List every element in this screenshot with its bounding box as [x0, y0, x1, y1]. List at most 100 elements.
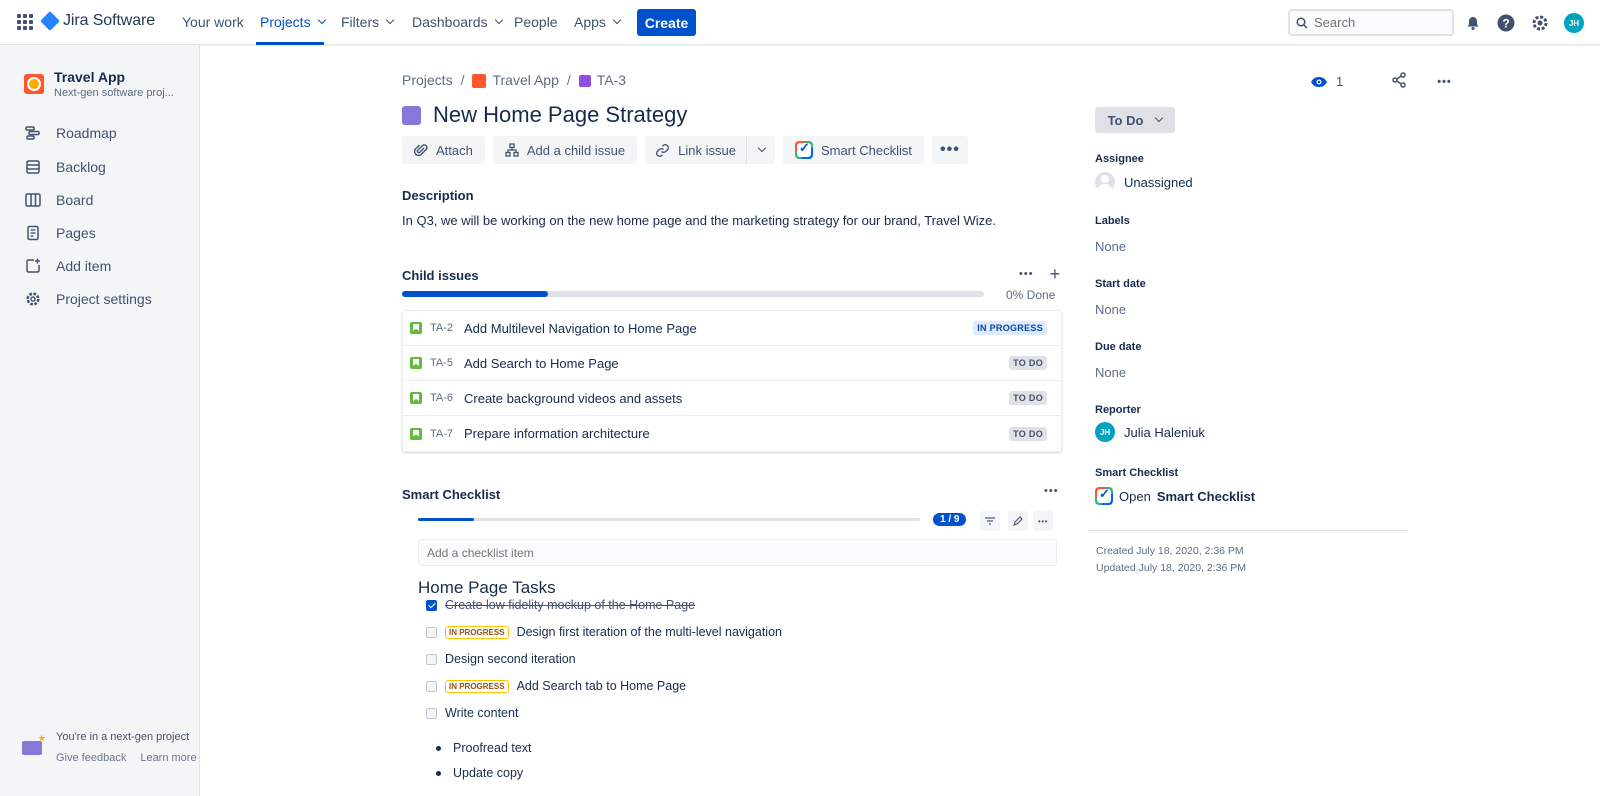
notification-icon[interactable] [1462, 12, 1484, 34]
checklist-subitem-text[interactable]: Proofread text [453, 741, 532, 755]
status-badge[interactable]: TO DO [1009, 356, 1047, 370]
checkbox[interactable] [426, 653, 437, 665]
search-input[interactable] [1314, 15, 1444, 30]
next-gen-notice: You're in a next-gen project Give feedba… [22, 731, 197, 764]
table-row[interactable]: TA-6 Create background videos and assets T… [403, 381, 1061, 416]
settings-icon[interactable] [1529, 12, 1551, 34]
open-smart-checklist-link[interactable]: Open Smart Checklist [1095, 486, 1255, 505]
breadcrumb-project[interactable]: Travel App [472, 72, 559, 89]
child-issue-key[interactable]: TA-7 [430, 428, 458, 440]
epic-type-icon[interactable] [402, 105, 421, 125]
more-icon: ••• [939, 141, 960, 158]
edit-icon[interactable] [1008, 511, 1028, 531]
child-issues-label: Child issues [402, 268, 479, 283]
search-box[interactable] [1288, 9, 1454, 36]
sidebar-item-backlog[interactable]: Backlog [24, 158, 106, 176]
due-date-value[interactable]: None [1095, 365, 1126, 380]
assignee-value: Unassigned [1124, 174, 1193, 190]
active-nav-indicator [256, 42, 324, 45]
child-issue-key[interactable]: TA-6 [430, 392, 458, 404]
child-issue-key[interactable]: TA-2 [430, 322, 458, 334]
checklist-item-text[interactable]: Design second iteration [445, 652, 576, 666]
status-dropdown[interactable]: To Do [1095, 107, 1175, 133]
sidebar-item-label: Pages [56, 225, 96, 241]
jira-logo[interactable]: Jira Software [40, 11, 155, 31]
search-icon [1296, 16, 1308, 29]
status-badge[interactable]: IN PROGRESS [973, 321, 1047, 335]
child-issue-summary[interactable]: Prepare information architecture [464, 426, 650, 441]
table-row[interactable]: TA-2 Add Multilevel Navigation to Home Pa… [403, 311, 1061, 346]
nav-projects[interactable]: Projects [260, 14, 326, 30]
more-icon[interactable]: ••• [1044, 485, 1059, 497]
checkbox[interactable] [426, 680, 437, 692]
nav-your-work[interactable]: Your work [182, 14, 244, 30]
chevron-down-icon [612, 15, 622, 25]
add-checklist-item[interactable] [418, 539, 1057, 566]
profile-avatar[interactable]: JH [1563, 12, 1585, 34]
checkbox[interactable] [426, 599, 437, 611]
hierarchy-icon [505, 143, 519, 157]
create-button[interactable]: Create [637, 9, 696, 36]
status-badge[interactable]: TO DO [1009, 426, 1047, 441]
smart-checklist-icon [794, 140, 813, 159]
table-row[interactable]: TA-5 Add Search to Home Page TO DO [403, 346, 1061, 381]
checkbox[interactable] [426, 626, 437, 638]
checklist-item-text[interactable]: Add Search tab to Home Page [517, 679, 687, 693]
reporter-field[interactable]: JH Julia Haleniuk [1095, 422, 1205, 442]
add-checklist-input[interactable] [427, 545, 1027, 560]
project-header[interactable]: Travel App Next-gen software proj... [24, 69, 174, 99]
table-row[interactable]: TA-7 Prepare information architecture TO D… [403, 416, 1061, 451]
smart-checklist-button[interactable]: Smart Checklist [782, 136, 924, 164]
link-issue-button[interactable]: Link issue [645, 136, 747, 164]
labels-value[interactable]: None [1095, 239, 1126, 254]
filter-icon[interactable] [980, 511, 1000, 531]
child-issue-summary[interactable]: Create background videos and assets [464, 391, 682, 406]
issue-title[interactable]: New Home Page Strategy [433, 102, 687, 128]
assignee-field[interactable]: Unassigned [1095, 172, 1193, 192]
share-icon[interactable] [1391, 72, 1407, 91]
reporter-value: Julia Haleniuk [1124, 424, 1205, 440]
more-icon[interactable]: ••• [1437, 76, 1452, 88]
sidebar-item-project-settings[interactable]: Project settings [24, 290, 152, 308]
checkbox[interactable] [426, 707, 437, 719]
more-actions-button[interactable]: ••• [931, 136, 968, 164]
checklist-item-text[interactable]: Design first iteration of the multi-leve… [517, 625, 782, 639]
link-issue-dropdown[interactable] [747, 136, 775, 164]
breadcrumb-issue[interactable]: TA-3 [578, 72, 626, 88]
more-icon[interactable]: ••• [1033, 511, 1053, 531]
nav-label: People [514, 14, 558, 30]
add-child-issue-button[interactable]: Add a child issue [492, 136, 638, 164]
learn-more-link[interactable]: Learn more [140, 752, 196, 764]
project-avatar-icon [24, 74, 44, 94]
add-icon[interactable]: + [1050, 265, 1061, 283]
project-type: Next-gen software proj... [54, 87, 174, 99]
breadcrumb-projects[interactable]: Projects [402, 72, 453, 88]
child-issue-key[interactable]: TA-5 [430, 357, 458, 369]
watch-button[interactable]: 1 [1310, 74, 1343, 89]
nav-people[interactable]: People [514, 14, 558, 30]
nav-filters[interactable]: Filters [341, 14, 395, 30]
checklist-item-text[interactable]: Write content [445, 706, 518, 720]
more-icon[interactable]: ••• [1019, 268, 1034, 280]
checklist-subitem-text[interactable]: Update copy [453, 766, 523, 780]
child-issue-summary[interactable]: Add Multilevel Navigation to Home Page [464, 321, 697, 336]
story-type-icon [410, 322, 422, 334]
smart-checklist-label: Smart Checklist [402, 487, 501, 502]
attach-button[interactable]: Attach [402, 136, 485, 164]
nav-apps[interactable]: Apps [574, 14, 622, 30]
sidebar-item-add-item[interactable]: Add item [24, 257, 111, 275]
child-issue-summary[interactable]: Add Search to Home Page [464, 356, 619, 371]
apps-grid-icon[interactable] [17, 14, 33, 30]
status-badge[interactable]: TO DO [1009, 391, 1047, 405]
sidebar-item-pages[interactable]: Pages [24, 224, 96, 242]
child-issues-actions: ••• + [1019, 265, 1061, 283]
start-date-value[interactable]: None [1095, 302, 1126, 317]
nav-dashboards[interactable]: Dashboards [412, 14, 503, 30]
checklist-item-text[interactable]: Create low fidelity mockup of the Home P… [445, 598, 695, 612]
give-feedback-link[interactable]: Give feedback [56, 752, 126, 764]
sidebar-item-roadmap[interactable]: Roadmap [24, 124, 117, 142]
chevron-down-icon [1155, 113, 1164, 123]
sidebar-item-board[interactable]: Board [24, 191, 93, 209]
help-icon[interactable]: ? [1495, 12, 1517, 34]
description-text[interactable]: In Q3, we will be working on the new hom… [402, 213, 996, 228]
